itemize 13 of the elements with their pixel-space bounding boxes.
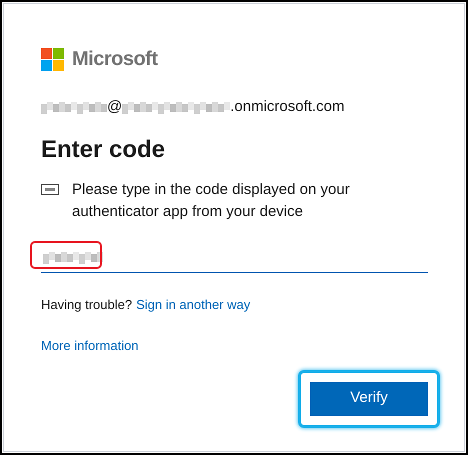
redacted-text: [41, 100, 107, 114]
brand-name: Microsoft: [72, 47, 158, 72]
number-pad-icon: [41, 184, 59, 194]
email-domain: .onmicrosoft.com: [230, 97, 344, 117]
more-information-link[interactable]: More information: [41, 338, 139, 353]
page-title: Enter code: [41, 134, 166, 164]
at-sign: @: [107, 97, 122, 117]
logo-icon: [41, 48, 64, 70]
redacted-code: [43, 250, 103, 264]
trouble-text: Having trouble?: [41, 296, 132, 314]
sign-in-another-way-link[interactable]: Sign in another way: [136, 294, 250, 314]
instruction-text: Please type in the code displayed on your authenticator app from your device: [72, 180, 351, 222]
verify-button[interactable]: Verify: [310, 382, 428, 416]
